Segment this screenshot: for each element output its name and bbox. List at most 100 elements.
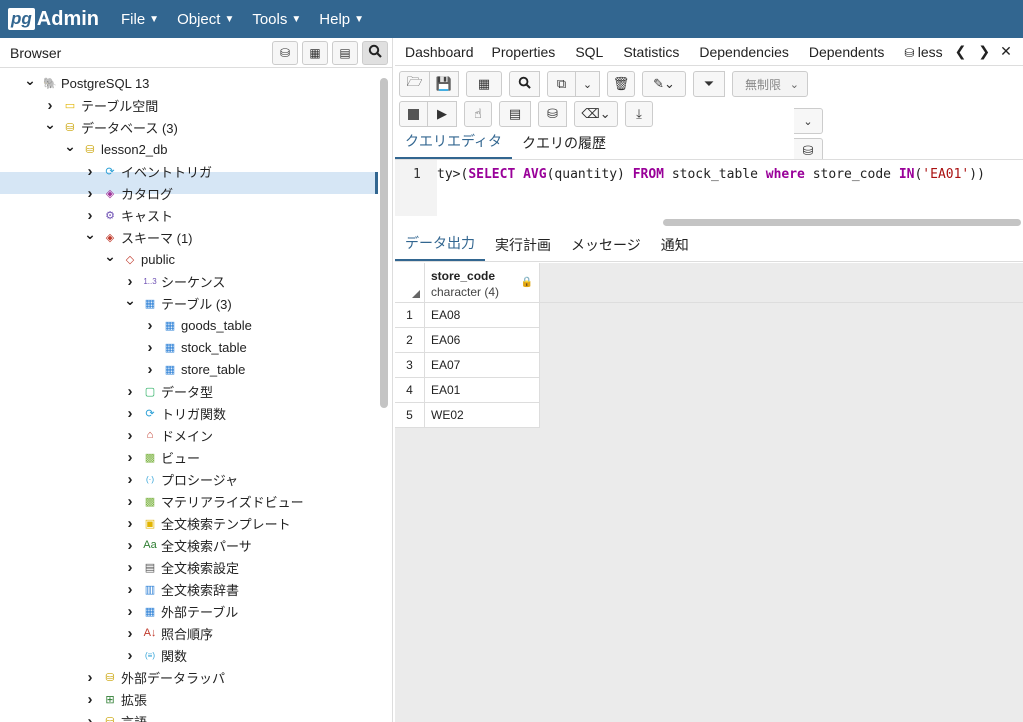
close-all-tabs-icon[interactable]: ✕ xyxy=(1000,43,1012,60)
tree-item[interactable]: › A↓ 照合順序 xyxy=(124,622,214,644)
chevron-right-icon[interactable]: › xyxy=(124,537,136,554)
chevron-down-icon[interactable]: ⌄ xyxy=(44,116,56,133)
tree-item[interactable]: › ▭ テーブル空間 xyxy=(44,94,159,116)
menu-object[interactable]: Object ▼ xyxy=(177,11,234,28)
stop-button[interactable] xyxy=(399,101,428,127)
execute-button[interactable]: ▶ xyxy=(428,101,457,127)
chevron-right-icon[interactable]: › xyxy=(84,691,96,708)
sql-editor[interactable]: 1 ty>(SELECT AVG(quantity) FROM stock_ta… xyxy=(395,160,1023,226)
row-limit-select[interactable]: 無制限 ⌄ xyxy=(732,71,808,97)
tab-properties[interactable]: Properties xyxy=(492,44,556,60)
edit-dropdown-button[interactable]: ✎⌄ xyxy=(642,71,686,97)
search-objects-button[interactable] xyxy=(362,40,388,65)
tab-query-less[interactable]: ⛁ less xyxy=(904,44,942,60)
tree-item[interactable]: › ▦ store_table xyxy=(144,358,246,380)
tree-item[interactable]: › ▤ 全文検索設定 xyxy=(124,556,240,578)
tree-item[interactable]: › ⛁ 外部データラッパ xyxy=(84,666,226,688)
tab-dependencies[interactable]: Dependencies xyxy=(699,44,789,60)
save-file-button[interactable]: 💾 xyxy=(430,71,459,97)
tree-item[interactable]: › ▣ 全文検索テンプレート xyxy=(124,512,291,534)
tab-notifications[interactable]: 通知 xyxy=(651,235,699,261)
tab-explain[interactable]: 実行計画 xyxy=(485,235,561,261)
download-button[interactable]: ⤓ xyxy=(625,101,653,127)
tab-scroll-left-icon[interactable]: ❮ xyxy=(955,43,967,60)
cell-store-code[interactable]: EA01 xyxy=(431,378,460,403)
tree-item[interactable]: › ⛁ 言語 xyxy=(84,710,148,722)
tree-scrollbar[interactable] xyxy=(380,78,388,408)
chevron-right-icon[interactable]: › xyxy=(124,383,136,400)
filter-dropdown[interactable]: ⌄ xyxy=(794,108,823,134)
explain-analyze-button[interactable]: ▤ xyxy=(499,101,531,127)
chevron-right-icon[interactable]: › xyxy=(84,207,96,224)
row-number[interactable]: 2 xyxy=(395,328,425,353)
tree-item[interactable]: › ⟳ トリガ関数 xyxy=(124,402,227,424)
chevron-right-icon[interactable]: › xyxy=(124,603,136,620)
chevron-down-icon[interactable]: ⌄ xyxy=(64,138,76,155)
table-row[interactable]: 4 EA01 xyxy=(395,378,540,403)
row-number[interactable]: 3 xyxy=(395,353,425,378)
tree-item[interactable]: › 1..3 シーケンス xyxy=(124,270,226,292)
tree-item[interactable]: › (≡) 関数 xyxy=(124,644,188,666)
chevron-down-icon[interactable]: ⌄ xyxy=(84,226,96,243)
menu-file[interactable]: File ▼ xyxy=(121,11,159,28)
clear-dropdown-button[interactable]: ⌫⌄ xyxy=(574,101,618,127)
chevron-down-icon[interactable]: ⌄ xyxy=(124,292,136,309)
cell-store-code[interactable]: WE02 xyxy=(431,403,464,428)
chevron-right-icon[interactable]: › xyxy=(124,625,136,642)
tab-query-editor[interactable]: クエリエディタ xyxy=(395,131,513,159)
chevron-right-icon[interactable]: › xyxy=(44,97,56,114)
editor-hscrollbar[interactable] xyxy=(663,219,1021,226)
chevron-right-icon[interactable]: › xyxy=(84,669,96,686)
chevron-right-icon[interactable]: › xyxy=(144,317,156,334)
chevron-right-icon[interactable]: › xyxy=(144,339,156,356)
chevron-right-icon[interactable]: › xyxy=(84,163,96,180)
commit-button[interactable]: ⛁ xyxy=(538,101,567,127)
tree-item[interactable]: ⌄ 🐘 PostgreSQL 13 xyxy=(24,72,149,94)
chevron-right-icon[interactable]: › xyxy=(124,647,136,664)
table-row[interactable]: 3 EA07 xyxy=(395,353,540,378)
chevron-right-icon[interactable]: › xyxy=(124,581,136,598)
open-file-button[interactable]: 🗁 xyxy=(399,71,430,97)
tree-item[interactable]: › ▩ マテリアライズドビュー xyxy=(124,490,304,512)
tree-item[interactable]: › Aa 全文検索パーサ xyxy=(124,534,252,556)
tree-item[interactable]: › ▦ goods_table xyxy=(144,314,252,336)
tab-data-output[interactable]: データ出力 xyxy=(395,233,485,261)
tree-item[interactable]: ⌄ ⛁ データベース (3) xyxy=(44,116,178,138)
column-header-store-code[interactable]: store_code character (4) 🔒 xyxy=(425,263,540,303)
tree-item[interactable]: ⌄ ▦ テーブル (3) xyxy=(124,292,232,314)
chevron-right-icon[interactable]: › xyxy=(124,449,136,466)
cell-store-code[interactable]: EA06 xyxy=(431,328,460,353)
tab-scroll-right-icon[interactable]: ❯ xyxy=(978,43,990,60)
explain-button[interactable]: ☝ xyxy=(464,101,492,127)
tree-item[interactable]: ⌄ ◈ スキーマ (1) xyxy=(84,226,192,248)
menu-tools[interactable]: Tools ▼ xyxy=(252,11,301,28)
tree-item[interactable]: › ⌂ ドメイン xyxy=(124,424,214,446)
chevron-down-icon[interactable]: ⌄ xyxy=(104,248,116,265)
tab-query-history[interactable]: クエリの履歴 xyxy=(512,133,616,159)
row-number[interactable]: 4 xyxy=(395,378,425,403)
row-number[interactable]: 5 xyxy=(395,403,425,428)
view-data-button[interactable]: ▦ xyxy=(302,40,328,65)
tree-item[interactable]: › (·) プロシージャ xyxy=(124,468,239,490)
delete-button[interactable]: 🗑 xyxy=(607,71,635,97)
tab-statistics[interactable]: Statistics xyxy=(623,44,679,60)
tab-dashboard[interactable]: Dashboard xyxy=(405,44,474,60)
tab-messages[interactable]: メッセージ xyxy=(561,235,651,261)
tree-item[interactable]: › ⚙ キャスト xyxy=(84,204,174,226)
tree-item[interactable]: ⌄ ⛁ lesson2_db xyxy=(64,138,167,160)
table-row[interactable]: 1 EA08 xyxy=(395,303,540,328)
edit-data-button[interactable]: ▦ xyxy=(466,71,502,97)
tab-dependents[interactable]: Dependents xyxy=(809,44,885,60)
row-number[interactable]: 1 xyxy=(395,303,425,328)
cell-store-code[interactable]: EA08 xyxy=(431,303,460,328)
chevron-right-icon[interactable]: › xyxy=(84,713,96,722)
tree-item[interactable]: › ◈ カタログ xyxy=(84,182,174,204)
tree-item[interactable]: › ▩ ビュー xyxy=(124,446,201,468)
chevron-right-icon[interactable]: › xyxy=(144,361,156,378)
chevron-right-icon[interactable]: › xyxy=(124,559,136,576)
tree-item[interactable]: › ▦ 外部テーブル xyxy=(124,600,239,622)
chevron-right-icon[interactable]: › xyxy=(124,427,136,444)
tree-item[interactable]: › ▦ stock_table xyxy=(144,336,247,358)
filter-button[interactable]: ⏷ xyxy=(693,71,725,97)
tab-sql[interactable]: SQL xyxy=(575,44,603,60)
